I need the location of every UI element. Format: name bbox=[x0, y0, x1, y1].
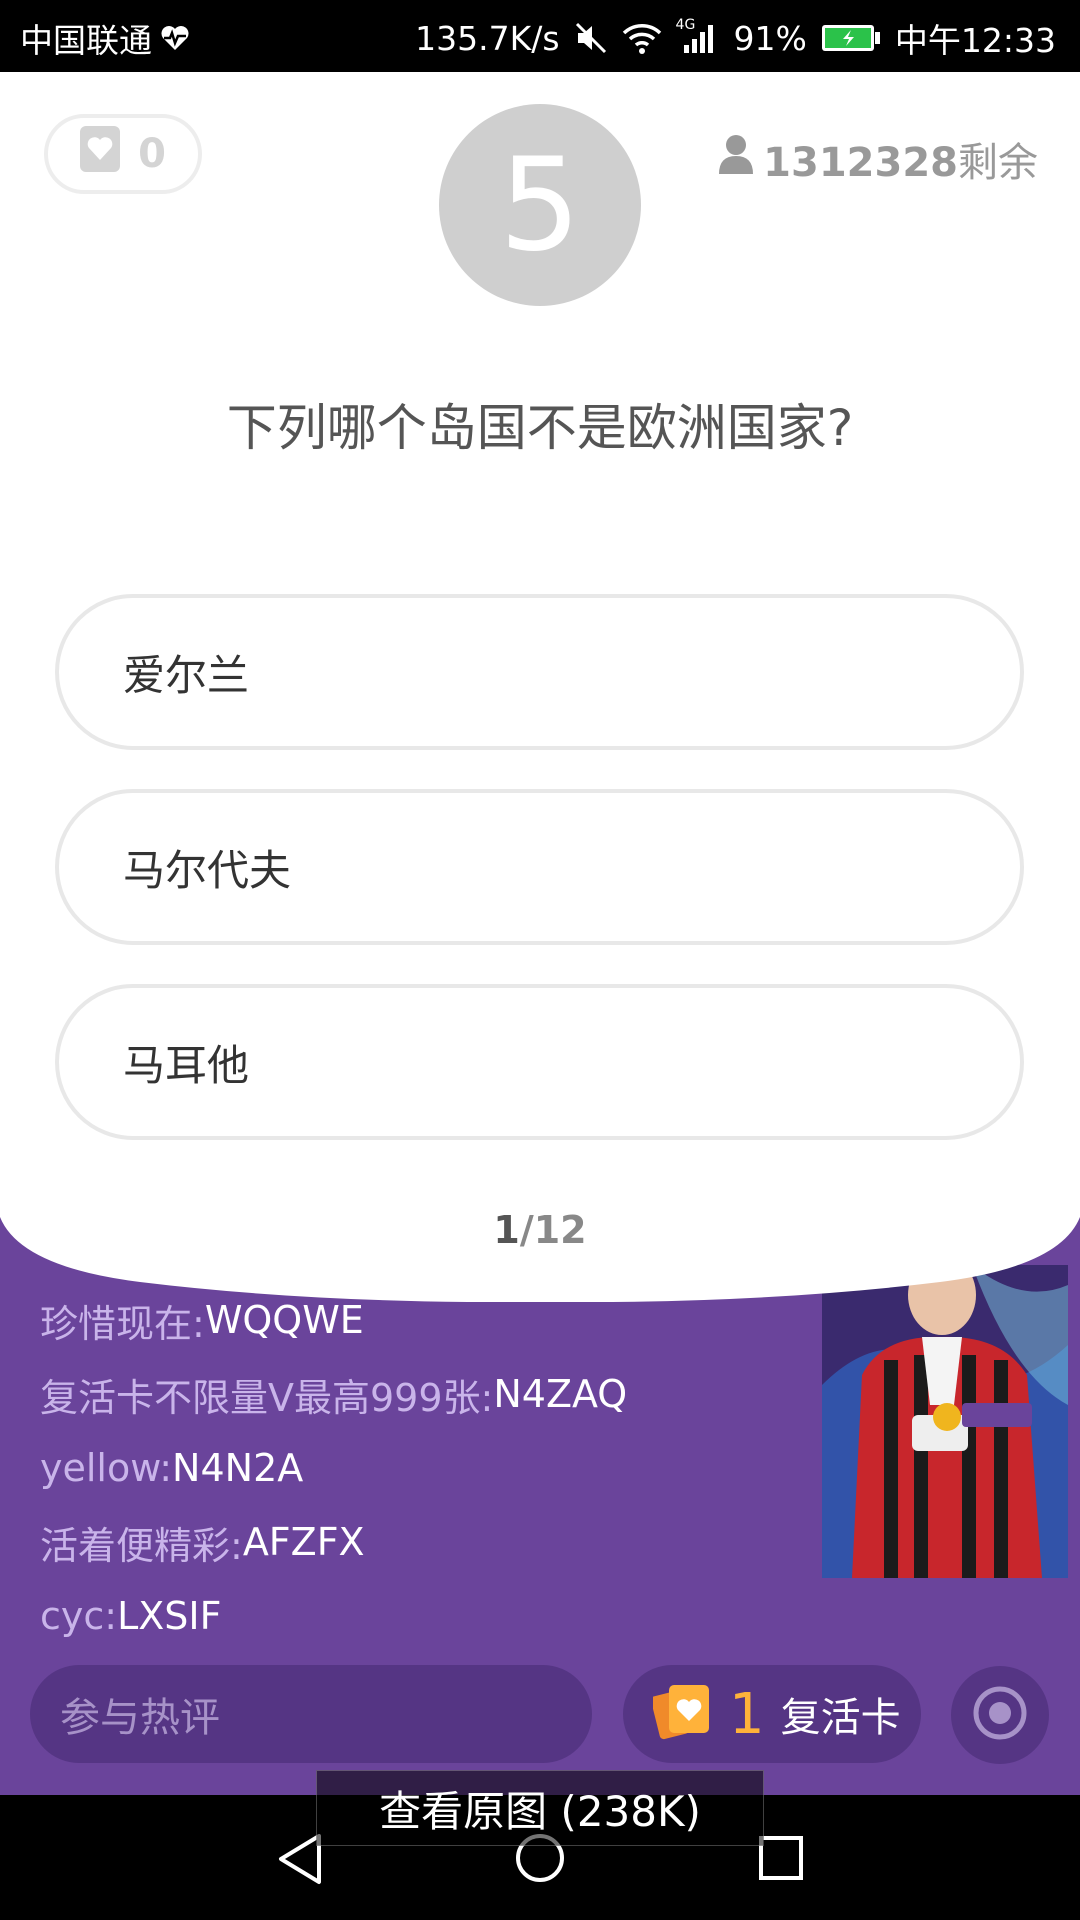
revive-card-icon bbox=[650, 1683, 713, 1745]
battery-icon bbox=[821, 23, 881, 53]
record-icon bbox=[972, 1685, 1028, 1745]
view-original-button[interactable]: 查看原图 (238K) bbox=[316, 1770, 764, 1846]
network-speed: 135.7K/s bbox=[415, 18, 560, 58]
heart-card-icon bbox=[80, 126, 121, 182]
comment-user: 活着便精彩: bbox=[40, 1523, 243, 1568]
progress-total: /12 bbox=[519, 1208, 587, 1252]
comment-item: cyc: LXSIF bbox=[40, 1579, 800, 1653]
comment-text: N4N2A bbox=[172, 1446, 304, 1490]
question-progress: 1/12 bbox=[0, 1208, 1080, 1252]
live-comments: 珍惜现在: WQQWE 复活卡不限量V最高999张: N4ZAQ yellow:… bbox=[40, 1283, 800, 1653]
remaining-label: 剩余 bbox=[958, 140, 1038, 186]
hearts-count: 0 bbox=[138, 131, 166, 177]
option-label: 马耳他 bbox=[123, 1040, 250, 1090]
clock: 中午12:33 bbox=[894, 21, 1056, 60]
question-text: 下列哪个岛国不是欧洲国家? bbox=[226, 399, 854, 457]
comment-item: 活着便精彩: AFZFX bbox=[40, 1505, 800, 1579]
comment-text: WQQWE bbox=[204, 1298, 364, 1342]
comment-user: 复活卡不限量V最高999张: bbox=[40, 1375, 494, 1420]
comment-item: 珍惜现在: WQQWE bbox=[40, 1283, 800, 1357]
revive-count: 1 bbox=[729, 1681, 765, 1747]
option-label: 马尔代夫 bbox=[123, 845, 292, 895]
answer-option-1[interactable]: 爱尔兰 bbox=[55, 594, 1024, 750]
nav-recent-icon[interactable] bbox=[757, 1834, 805, 1886]
remaining-players: 1312328剩余 bbox=[719, 130, 1038, 188]
record-button[interactable] bbox=[951, 1666, 1049, 1764]
wifi-icon bbox=[622, 21, 662, 55]
countdown-timer: 5 bbox=[439, 104, 641, 306]
comment-item: yellow: N4N2A bbox=[40, 1431, 800, 1505]
comment-input[interactable]: 参与热评 bbox=[30, 1665, 592, 1763]
comment-text: LXSIF bbox=[117, 1594, 222, 1638]
status-bar: 中国联通 135.7K/s 4G 91% 中午12:33 bbox=[0, 0, 1080, 72]
revive-label: 复活卡 bbox=[780, 1695, 901, 1741]
comment-user: yellow: bbox=[40, 1446, 173, 1490]
revive-card-button[interactable]: 1 复活卡 bbox=[623, 1665, 921, 1763]
remaining-count: 1312328 bbox=[763, 140, 958, 186]
signal-icon: 4G bbox=[676, 17, 720, 55]
comment-text: N4ZAQ bbox=[493, 1372, 628, 1416]
mute-icon bbox=[574, 21, 608, 55]
option-label: 爱尔兰 bbox=[123, 650, 250, 700]
person-icon bbox=[719, 134, 754, 184]
answer-option-3[interactable]: 马耳他 bbox=[55, 984, 1024, 1140]
hearts-counter: 0 bbox=[44, 114, 202, 194]
comment-user: cyc: bbox=[40, 1594, 118, 1638]
progress-current: 1 bbox=[493, 1208, 520, 1252]
heart-pulse-icon bbox=[160, 24, 190, 52]
comment-user: 珍惜现在: bbox=[40, 1301, 205, 1346]
battery-percent: 91% bbox=[733, 18, 807, 58]
answer-option-2[interactable]: 马尔代夫 bbox=[55, 789, 1024, 945]
host-video-thumbnail[interactable] bbox=[822, 1265, 1068, 1578]
carrier-name: 中国联通 bbox=[20, 21, 152, 60]
comment-item: 复活卡不限量V最高999张: N4ZAQ bbox=[40, 1357, 800, 1431]
comment-text: AFZFX bbox=[242, 1520, 365, 1564]
